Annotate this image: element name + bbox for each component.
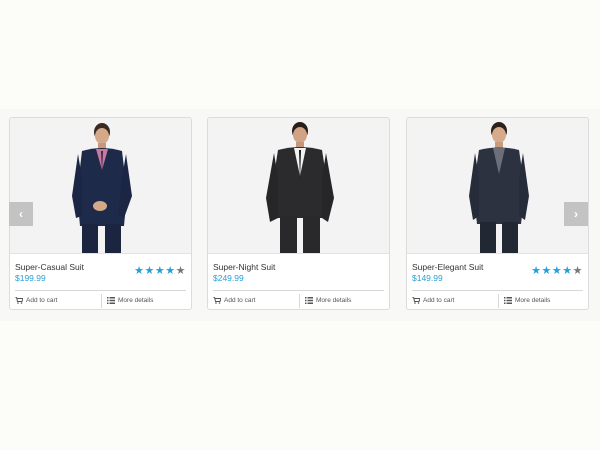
carousel-prev-button[interactable]: ‹ [9,202,33,226]
rating-stars: ★★★★★ [134,266,186,277]
card-actions: Add to cart More details [407,294,588,308]
product-name[interactable]: Super-Night Suit [213,262,275,272]
product-card: Super-Elegant Suit $149.99 ★★★★★ Add to … [406,117,589,310]
add-to-cart-label: Add to cart [423,297,455,304]
product-image[interactable] [208,118,389,254]
chevron-left-icon: ‹ [19,207,23,221]
product-image[interactable] [10,118,191,254]
add-to-cart-button[interactable]: Add to cart [213,294,255,308]
add-to-cart-button[interactable]: Add to cart [412,294,454,308]
product-image[interactable] [407,118,588,254]
rating-stars: ★★★★★ [531,266,583,277]
list-icon [107,296,115,304]
product-card: Super-Night Suit $249.99 Add to cart Mor… [207,117,390,310]
product-card: Super-Casual Suit $199.99 ★★★★★ Add to c… [9,117,192,310]
product-price: $249.99 [213,273,244,283]
add-to-cart-button[interactable]: Add to cart [15,294,57,308]
add-to-cart-label: Add to cart [224,297,256,304]
more-details-label: More details [515,297,551,304]
divider [412,290,583,291]
cart-icon [412,296,420,304]
star-filled-icon: ★ [531,265,542,277]
card-actions: Add to cart More details [10,294,191,308]
cart-icon [15,296,23,304]
star-filled-icon: ★ [134,265,145,277]
product-name[interactable]: Super-Elegant Suit [412,262,483,272]
divider [213,290,384,291]
star-filled-icon: ★ [154,265,166,277]
card-actions: Add to cart More details [208,294,389,308]
list-icon [504,296,512,304]
cart-icon [213,296,221,304]
star-filled-icon: ★ [551,265,563,277]
divider [15,290,186,291]
star-empty-icon: ★ [175,265,186,277]
product-name[interactable]: Super-Casual Suit [15,262,84,272]
add-to-cart-label: Add to cart [26,297,58,304]
more-details-button[interactable]: More details [498,294,550,308]
list-icon [305,296,313,304]
star-filled-icon: ★ [541,265,552,277]
star-empty-icon: ★ [572,265,583,277]
more-details-button[interactable]: More details [299,294,351,308]
product-price: $199.99 [15,273,46,283]
more-details-label: More details [118,297,154,304]
more-details-label: More details [316,297,352,304]
chevron-right-icon: › [574,207,578,221]
product-price: $149.99 [412,273,443,283]
star-filled-icon: ★ [165,265,176,277]
star-filled-icon: ★ [562,265,573,277]
more-details-button[interactable]: More details [101,294,153,308]
star-filled-icon: ★ [144,265,155,277]
carousel-next-button[interactable]: › [564,202,588,226]
